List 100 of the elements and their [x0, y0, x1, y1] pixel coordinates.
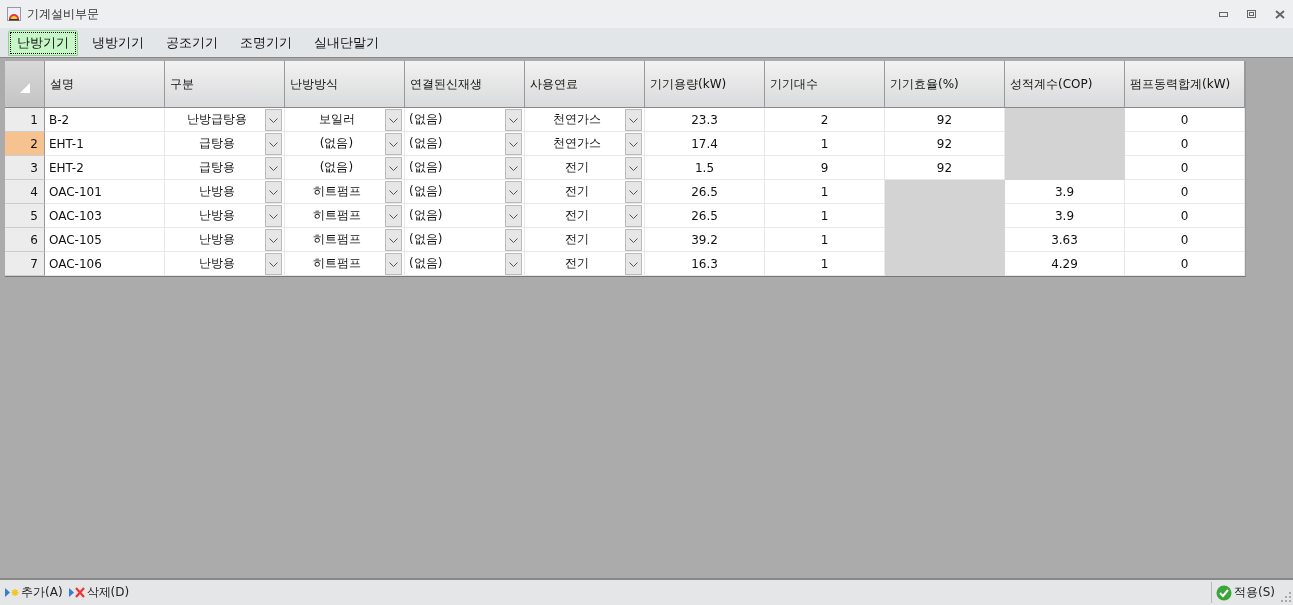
dropdown-value: 난방용 — [197, 231, 236, 248]
tab[interactable]: 냉방기기 — [84, 30, 152, 55]
dropdown-button[interactable] — [625, 181, 642, 203]
table-cell: 0 — [1180, 184, 1189, 199]
corner-header[interactable] — [5, 61, 45, 108]
row-header[interactable]: 3 — [5, 156, 45, 180]
delete-icon — [68, 587, 85, 598]
chevron-down-icon — [509, 213, 518, 219]
dropdown-button[interactable] — [625, 133, 642, 155]
dropdown-button[interactable] — [265, 229, 282, 251]
dropdown-value: 급탕용 — [197, 159, 236, 176]
dropdown-button[interactable] — [385, 253, 402, 275]
column-header[interactable]: 펌프동력합계(kW) — [1125, 61, 1245, 108]
column-header[interactable]: 성적계수(COP) — [1005, 61, 1125, 108]
chevron-down-icon — [269, 117, 278, 123]
row-header[interactable]: 2 — [5, 132, 45, 156]
dropdown-button[interactable] — [385, 109, 402, 131]
table-cell: 2 — [820, 112, 829, 127]
dropdown-value: 히트펌프 — [311, 255, 362, 272]
table-cell: 23.3 — [691, 112, 718, 127]
dropdown-button[interactable] — [505, 181, 522, 203]
chevron-down-icon — [389, 213, 398, 219]
chevron-down-icon — [269, 213, 278, 219]
minimize-icon[interactable] — [1219, 11, 1228, 17]
check-icon — [1216, 584, 1232, 601]
dropdown-button[interactable] — [385, 229, 402, 251]
dropdown-button[interactable] — [265, 253, 282, 275]
chevron-down-icon — [629, 165, 638, 171]
dropdown-button[interactable] — [625, 253, 642, 275]
tab[interactable]: 난방기기 — [8, 29, 78, 56]
tab[interactable]: 실내단말기 — [306, 30, 387, 55]
chevron-down-icon — [509, 141, 518, 147]
chevron-down-icon — [389, 117, 398, 123]
maximize-icon[interactable] — [1247, 10, 1256, 18]
dropdown-button[interactable] — [505, 205, 522, 227]
dropdown-button[interactable] — [505, 109, 522, 131]
row-header[interactable]: 6 — [5, 228, 45, 252]
column-header[interactable]: 사용연료 — [525, 61, 645, 108]
chevron-down-icon — [629, 117, 638, 123]
dropdown-button[interactable] — [505, 133, 522, 155]
table-cell: B-2 — [49, 112, 70, 127]
dropdown-button[interactable] — [265, 181, 282, 203]
dropdown-button[interactable] — [265, 109, 282, 131]
window-title: 기계설비부문 — [27, 5, 99, 23]
toolbar-button[interactable]: 추가(A) — [3, 582, 65, 603]
dropdown-button[interactable] — [625, 157, 642, 179]
table-cell: OAC-103 — [49, 208, 102, 223]
column-header[interactable]: 연결된신재생 — [405, 61, 525, 108]
table-cell: 0 — [1180, 136, 1189, 151]
dropdown-button[interactable] — [385, 205, 402, 227]
column-header[interactable]: 기기대수 — [765, 61, 885, 108]
dropdown-button[interactable] — [265, 205, 282, 227]
chevron-down-icon — [269, 237, 278, 243]
resize-grip-icon[interactable] — [1281, 592, 1291, 602]
table-cell: 92 — [936, 160, 953, 175]
chevron-down-icon — [629, 189, 638, 195]
column-header[interactable]: 기기용량(kW) — [645, 61, 765, 108]
chevron-down-icon — [389, 165, 398, 171]
dropdown-button[interactable] — [505, 157, 522, 179]
tab[interactable]: 조명기기 — [232, 30, 300, 55]
dropdown-value: 천연가스 — [551, 135, 602, 152]
dropdown-button[interactable] — [265, 157, 282, 179]
row-header[interactable]: 1 — [5, 108, 45, 132]
chevron-down-icon — [269, 189, 278, 195]
chevron-down-icon — [509, 189, 518, 195]
dropdown-button[interactable] — [505, 229, 522, 251]
dropdown-button[interactable] — [505, 253, 522, 275]
chevron-down-icon — [389, 261, 398, 267]
dropdown-button[interactable] — [625, 229, 642, 251]
column-header[interactable]: 기기효율(%) — [885, 61, 1005, 108]
row-header[interactable]: 7 — [5, 252, 45, 276]
dropdown-button[interactable] — [265, 133, 282, 155]
tab[interactable]: 공조기기 — [158, 30, 226, 55]
column-header[interactable]: 설명 — [45, 61, 165, 108]
toolbar-button[interactable]: 적용(S) — [1214, 582, 1277, 603]
dropdown-value: (없음) — [409, 111, 444, 128]
column-header[interactable]: 구분 — [165, 61, 285, 108]
table-cell: EHT-1 — [49, 136, 84, 151]
toolbar-button[interactable]: 삭제(D) — [66, 582, 132, 603]
chevron-down-icon — [389, 141, 398, 147]
table-cell: 16.3 — [691, 256, 718, 271]
chevron-down-icon — [509, 117, 518, 123]
row-header[interactable]: 5 — [5, 204, 45, 228]
dropdown-button[interactable] — [385, 181, 402, 203]
column-header[interactable]: 난방방식 — [285, 61, 405, 108]
chevron-down-icon — [509, 237, 518, 243]
dropdown-button[interactable] — [625, 109, 642, 131]
row-header[interactable]: 4 — [5, 180, 45, 204]
chevron-down-icon — [389, 237, 398, 243]
dropdown-button[interactable] — [385, 157, 402, 179]
dropdown-button[interactable] — [625, 205, 642, 227]
dropdown-value: 전기 — [563, 183, 590, 200]
chevron-down-icon — [629, 213, 638, 219]
chevron-down-icon — [629, 261, 638, 267]
close-icon[interactable] — [1275, 9, 1285, 19]
table-cell: 26.5 — [691, 184, 718, 199]
dropdown-value: (없음) — [409, 207, 444, 224]
dropdown-button[interactable] — [385, 133, 402, 155]
table-cell: EHT-2 — [49, 160, 84, 175]
chevron-down-icon — [269, 261, 278, 267]
